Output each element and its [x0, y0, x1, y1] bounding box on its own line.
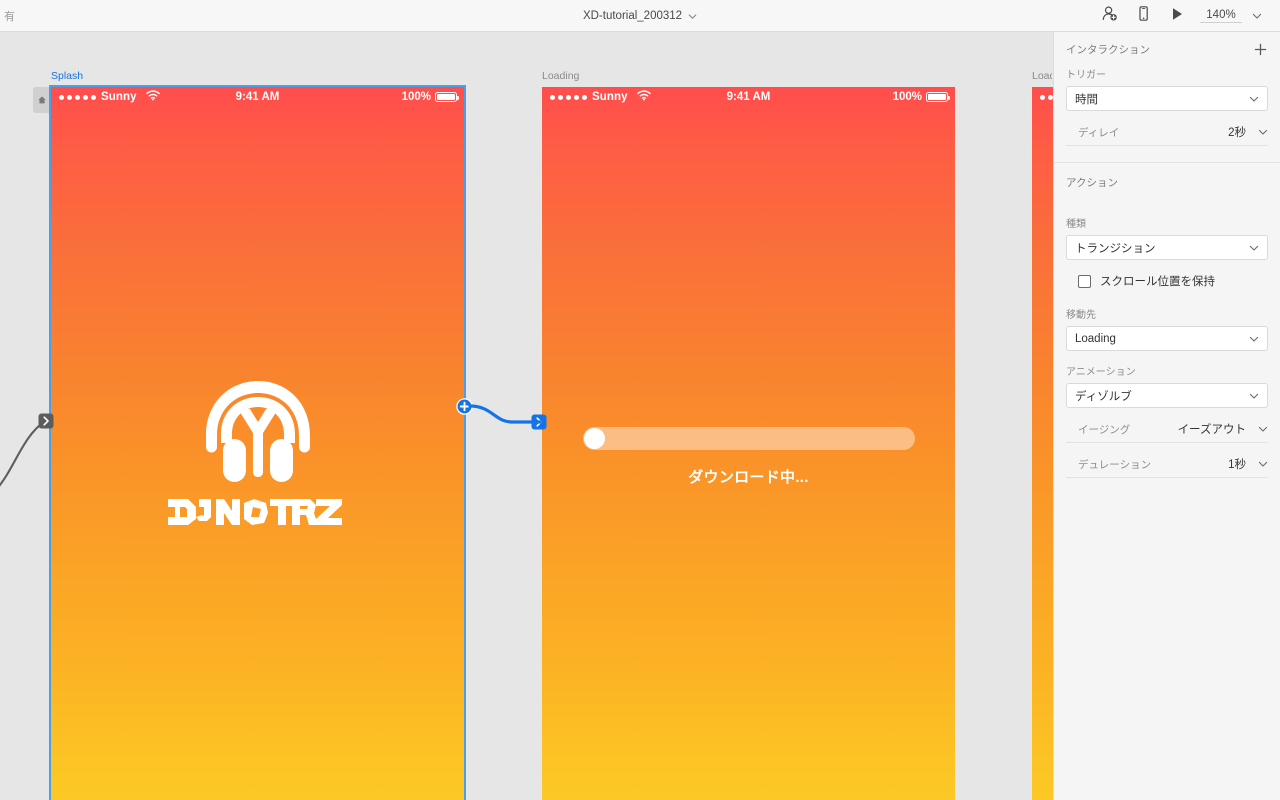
artboard-splash[interactable]: Sunny 9:41 AM 100% — [49, 85, 466, 800]
duration-row[interactable]: デュレーション 1秒 — [1066, 451, 1268, 478]
action-type-label: 種類 — [1066, 219, 1086, 230]
zoom-chevron-down-icon[interactable] — [1244, 0, 1270, 32]
duration-label: デュレーション — [1078, 458, 1152, 471]
preserve-scroll-label: スクロール位置を保持 — [1100, 276, 1215, 288]
status-bar-right: 100% — [892, 87, 950, 107]
status-bar-right: 100% — [401, 87, 459, 107]
play-preview-button[interactable] — [1160, 0, 1194, 32]
artboard-label-loading[interactable]: Loading — [542, 70, 579, 82]
panel-title: インタラクション — [1066, 43, 1150, 56]
document-title-group: XD-tutorial_200312 — [0, 0, 1280, 32]
action-type-value: トランジション — [1075, 242, 1156, 255]
document-title[interactable]: XD-tutorial_200312 — [583, 10, 682, 22]
xd-application-window: 有 XD-tutorial_200312 140% Splash Sunny 9… — [0, 0, 1280, 800]
home-artboard-badge[interactable] — [33, 87, 51, 113]
delay-value: 2秒 — [1228, 127, 1246, 139]
splash-to-loading-wire-path — [468, 404, 542, 424]
incoming-wire-path — [0, 421, 45, 487]
trigger-value: 時間 — [1075, 93, 1098, 106]
panel-header: インタラクション — [1054, 32, 1280, 66]
loading-group: ダウンロード中... — [542, 427, 955, 487]
wire-source-plus-handle[interactable] — [456, 398, 473, 420]
splash-logo-group — [51, 377, 464, 525]
home-icon — [37, 95, 47, 105]
battery-percent: 100% — [892, 91, 922, 103]
action-section-label: アクション — [1066, 177, 1118, 189]
easing-label: イージング — [1078, 423, 1131, 436]
interaction-properties-panel: インタラクション トリガー 時間 ディレイ 2秒 アクション 種類 トランジショ… — [1053, 32, 1280, 800]
person-add-icon — [1101, 5, 1118, 27]
easing-row[interactable]: イージング イーズアウト — [1066, 416, 1268, 443]
destination-value: Loading — [1075, 332, 1116, 345]
battery-percent: 100% — [401, 91, 431, 103]
share-invite-button[interactable] — [1092, 0, 1126, 32]
zoom-level-value[interactable]: 140% — [1200, 9, 1242, 23]
chevron-down-icon — [1258, 127, 1268, 137]
chevron-down-icon — [1249, 243, 1259, 253]
download-progress-bar — [582, 427, 915, 450]
play-icon — [1169, 6, 1185, 27]
delay-row[interactable]: ディレイ 2秒 — [1066, 119, 1268, 146]
destination-select[interactable]: Loading — [1066, 326, 1268, 351]
easing-value: イーズアウト — [1177, 424, 1246, 436]
zoom-control: 140% — [1200, 0, 1270, 32]
loading-status-bar: Sunny 9:41 AM 100% — [542, 87, 955, 107]
chevron-down-icon — [1249, 391, 1259, 401]
artboard-label-loading-clipped[interactable]: Loading — [1032, 70, 1052, 82]
toolbar-corner-label: 有 — [4, 11, 15, 23]
trigger-select[interactable]: 時間 — [1066, 86, 1268, 111]
toolbar-actions: 140% — [1092, 0, 1270, 32]
splash-wordmark — [166, 493, 350, 525]
duration-value: 1秒 — [1228, 459, 1246, 471]
preserve-scroll-checkbox-row[interactable]: スクロール位置を保持 — [1054, 268, 1280, 294]
animation-label: アニメーション — [1066, 367, 1136, 378]
trigger-label: トリガー — [1066, 70, 1106, 81]
preserve-scroll-checkbox[interactable] — [1078, 274, 1091, 288]
mobile-device-icon — [1135, 5, 1152, 27]
top-toolbar: 有 XD-tutorial_200312 140% — [0, 0, 1280, 32]
action-type-select[interactable]: トランジション — [1066, 235, 1268, 260]
battery-full-icon — [926, 92, 950, 102]
document-menu-chevron-down-icon[interactable] — [688, 12, 697, 21]
delay-label: ディレイ — [1078, 126, 1120, 139]
animation-select[interactable]: ディゾルブ — [1066, 383, 1268, 408]
destination-label: 移動先 — [1066, 310, 1096, 321]
animation-value: ディゾルブ — [1075, 390, 1132, 403]
download-status-text: ダウンロード中... — [688, 469, 809, 486]
chevron-down-icon — [1249, 94, 1259, 104]
chevron-down-icon — [1249, 334, 1259, 344]
artboard-loading[interactable]: Sunny 9:41 AM 100% ダウンロード中... — [542, 87, 955, 800]
chevron-down-icon — [1258, 424, 1268, 434]
wire-target-arrow-handle[interactable] — [531, 414, 547, 435]
progress-knob — [583, 428, 605, 449]
headphones-logo-icon — [202, 377, 314, 485]
add-interaction-button[interactable] — [1252, 41, 1268, 57]
splash-status-bar: Sunny 9:41 AM 100% — [51, 87, 464, 107]
artboard-label-splash[interactable]: Splash — [51, 70, 83, 82]
battery-full-icon — [435, 92, 459, 102]
incoming-wire-endpoint[interactable] — [38, 413, 54, 434]
chevron-down-icon — [1258, 459, 1268, 469]
device-preview-button[interactable] — [1126, 0, 1160, 32]
